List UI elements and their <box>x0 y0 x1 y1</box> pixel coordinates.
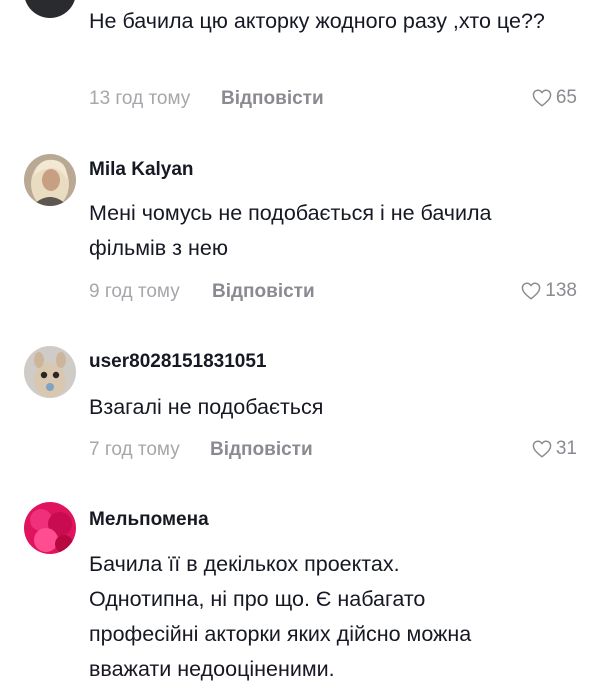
comment-timestamp: 9 год тому <box>89 281 180 302</box>
like-button[interactable]: 138 <box>521 280 577 302</box>
user-avatar-icon[interactable] <box>24 154 76 206</box>
user-avatar-icon[interactable] <box>24 502 76 554</box>
heart-icon <box>532 89 552 107</box>
like-button[interactable]: 31 <box>532 438 577 460</box>
reply-button[interactable]: Відповісти <box>221 88 324 110</box>
user-avatar-icon[interactable] <box>24 346 76 398</box>
like-count: 138 <box>545 280 577 301</box>
comment-username[interactable]: Mila Kalyan <box>89 159 194 181</box>
reply-button[interactable]: Відповісти <box>210 439 313 461</box>
comment-text: Мені чомусь не подобається і не бачила ф… <box>89 201 492 260</box>
comment-text: Не бачила цю акторку жодного разу ,хто ц… <box>89 9 545 33</box>
reply-button[interactable]: Відповісти <box>212 281 315 303</box>
comment-timestamp: 7 год тому <box>89 439 180 460</box>
comment-timestamp: 13 год тому <box>89 88 191 109</box>
like-button[interactable]: 65 <box>532 87 577 109</box>
comment-username[interactable]: Мельпомена <box>89 509 209 531</box>
like-count: 31 <box>555 438 577 459</box>
like-count: 65 <box>555 87 577 108</box>
comment-text: Бачила її в декількох проектах. Однотипн… <box>89 552 472 681</box>
user-avatar-icon[interactable] <box>24 0 76 18</box>
heart-icon <box>521 282 541 300</box>
comment-text: Взагалі не подобається <box>89 395 324 419</box>
comment-username[interactable]: user8028151831051 <box>89 351 267 373</box>
heart-icon <box>532 440 552 458</box>
